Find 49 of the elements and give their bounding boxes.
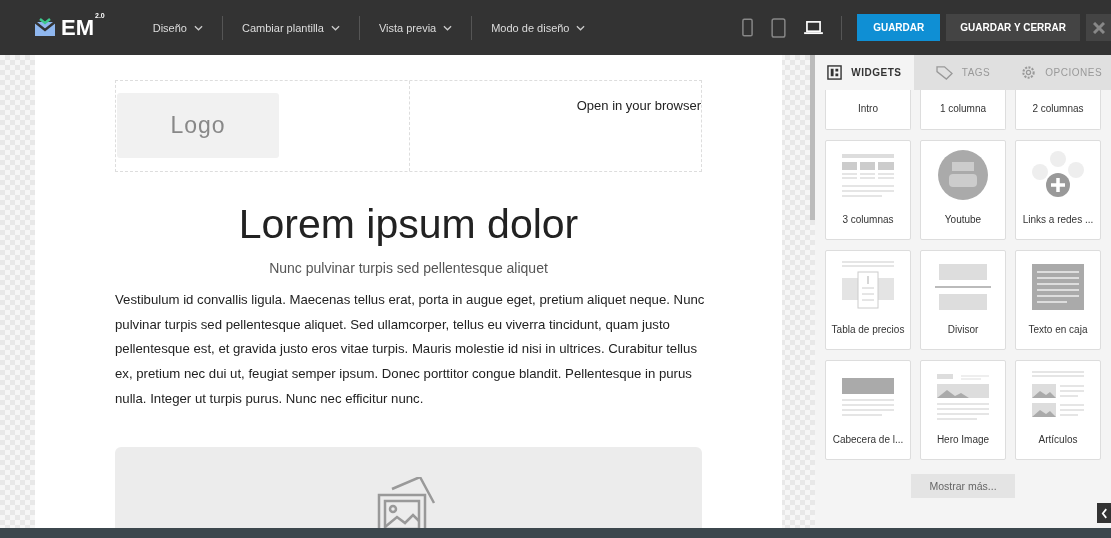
widget-card[interactable]: Cabecera de l...	[825, 360, 911, 460]
email-body: Vestibulum id convallis ligula. Maecenas tellus erat, porta in augue eget, pretium aliquet neque. Nunc pulvinar turpis sed pellentesque aliquet. Sed ullamcorper, tellus eu viverra tincidunt, quam justo pellentesque est, et gravida justo eros vitae turpis. Mauris molestie id nisi in ultrices. Curabitur tellus ex, pretium nec dui ut, feugiat semper ipsum. Donec porttitor congue blandit. Pellentesque in purus nulla. Integer ut turpis purus. Nunc nec efficitur nunc.	[115, 291, 706, 408]
browser-link[interactable]: Open in your browser	[576, 98, 701, 114]
brand-name: EM	[61, 14, 94, 41]
hero-image-icon	[937, 374, 989, 420]
show-more-button[interactable]: Mostrar más...	[911, 474, 1015, 498]
phone-icon[interactable]	[742, 18, 754, 37]
chevron-left-icon	[1100, 507, 1108, 519]
close-button[interactable]	[1086, 14, 1111, 41]
price-table-icon	[842, 260, 894, 310]
widget-card[interactable]: Texto en caja	[1015, 250, 1101, 350]
articles-icon	[1032, 370, 1084, 420]
logo: Logo	[117, 93, 279, 158]
widget-card[interactable]: Divisor	[920, 250, 1006, 350]
video-logo-icon	[938, 150, 988, 200]
chevron-down-icon	[443, 24, 453, 31]
text-box-icon	[1032, 264, 1084, 310]
save-and-close-button[interactable]: GUARDAR Y CERRAR	[946, 14, 1080, 41]
close-icon	[1092, 21, 1105, 34]
sidebar-tab[interactable]: WIDGETS	[815, 55, 914, 90]
gear-icon	[1021, 65, 1037, 80]
grid-icon	[827, 65, 843, 80]
save-button[interactable]: GUARDAR	[857, 14, 941, 41]
widget-card[interactable]: Hero Image	[920, 360, 1006, 460]
chevron-down-icon	[576, 24, 586, 31]
tag-icon	[935, 65, 953, 80]
widget-card[interactable]: Youtube	[920, 140, 1006, 240]
divider-icon	[935, 264, 991, 310]
email-title: Lorem ipsum dolor	[237, 200, 580, 248]
menu-dropdown[interactable]: Cambiar plantilla	[223, 21, 359, 34]
envelope-logo-icon	[33, 17, 57, 38]
menu-dropdown[interactable]: Diseño	[144, 21, 222, 34]
three-columns-icon	[842, 154, 894, 200]
widget-card[interactable]: 3 columnas	[825, 140, 911, 240]
chevron-down-icon	[194, 24, 203, 31]
menu-dropdown[interactable]: Vista previa	[359, 21, 472, 34]
laptop-icon[interactable]	[804, 20, 824, 35]
widget-card[interactable]: Intro	[825, 90, 911, 130]
widget-card[interactable]: Tabla de precios	[825, 250, 911, 350]
chevron-down-icon	[330, 24, 340, 31]
email-subtitle: Nunc pulvinar turpis sed pellentesque aliquet	[268, 260, 549, 276]
menu-dropdown[interactable]: Modo de diseño	[472, 21, 605, 34]
collapse-button[interactable]	[1097, 503, 1111, 523]
widget-card[interactable]: Links a redes ...	[1015, 140, 1101, 240]
widget-card[interactable]: Artículos	[1015, 360, 1101, 460]
tablet-icon[interactable]	[771, 17, 787, 38]
scrollbar[interactable]	[810, 55, 815, 220]
widget-card[interactable]: 1 columna	[920, 90, 1006, 130]
widget-card[interactable]: 2 columnas	[1015, 90, 1101, 130]
